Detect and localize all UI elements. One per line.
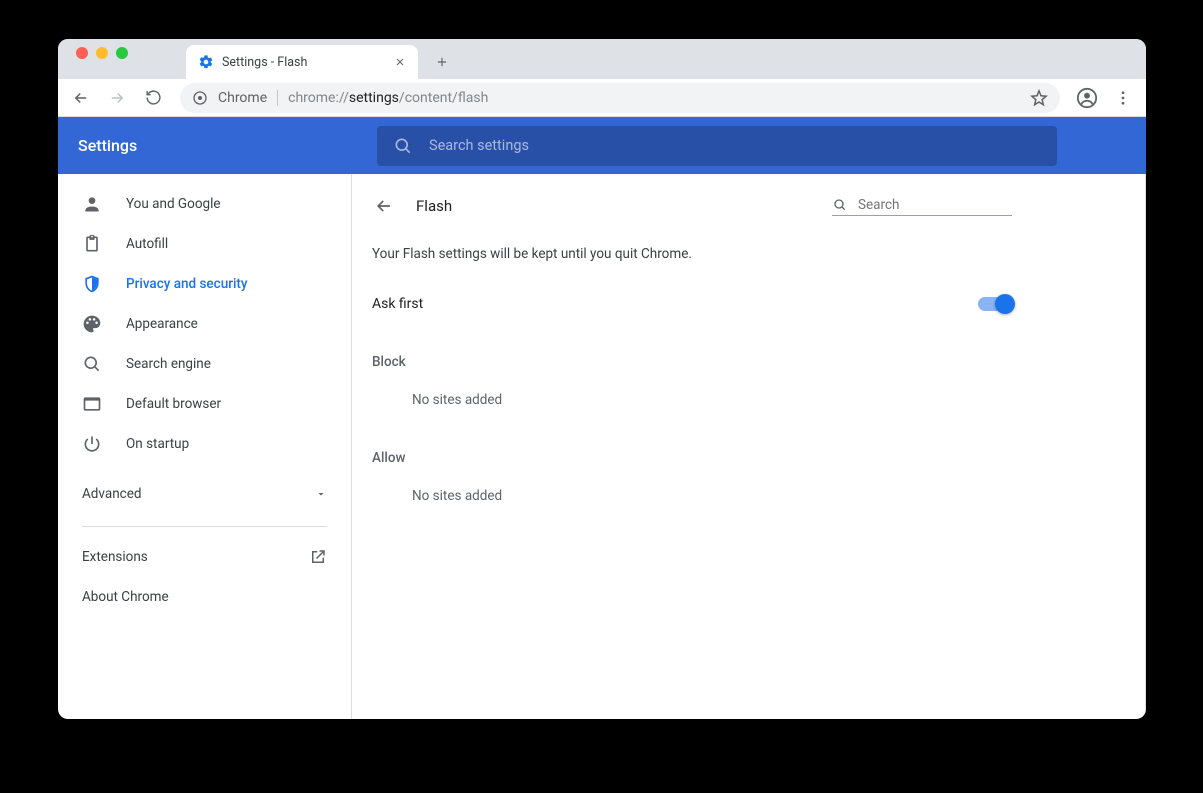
sidebar-item-label: Autofill xyxy=(126,236,168,252)
page-header: Flash xyxy=(352,174,1032,238)
browser-window: Settings - Flash Chrome chrome://setti xyxy=(58,39,1146,719)
sidebar-item-appearance[interactable]: Appearance xyxy=(58,304,351,344)
ask-first-row: Ask first xyxy=(352,282,1032,326)
sidebar-item-label: Privacy and security xyxy=(126,276,248,292)
close-window-button[interactable] xyxy=(76,47,88,59)
block-empty-text: No sites added xyxy=(352,378,1032,422)
divider xyxy=(277,90,278,106)
extensions-label: Extensions xyxy=(82,549,148,565)
power-icon xyxy=(82,434,102,454)
settings-body: You and Google Autofill Privacy and secu… xyxy=(58,174,1146,719)
person-icon xyxy=(82,194,102,214)
site-info-icon[interactable] xyxy=(192,90,208,106)
tab-strip: Settings - Flash xyxy=(58,39,1146,79)
minimize-window-button[interactable] xyxy=(96,47,108,59)
browser-tab[interactable]: Settings - Flash xyxy=(186,45,418,79)
sidebar-advanced-toggle[interactable]: Advanced xyxy=(58,472,351,516)
browser-icon xyxy=(82,394,102,414)
settings-sidebar: You and Google Autofill Privacy and secu… xyxy=(58,174,352,719)
sidebar-item-label: Appearance xyxy=(126,316,198,332)
allow-section-label: Allow xyxy=(352,422,1032,474)
advanced-label: Advanced xyxy=(82,486,142,502)
about-label: About Chrome xyxy=(82,589,169,605)
search-icon xyxy=(393,136,413,156)
local-site-search[interactable] xyxy=(832,197,1012,216)
bookmark-star-icon[interactable] xyxy=(1030,89,1048,107)
tab-title: Settings - Flash xyxy=(222,55,307,70)
block-section-label: Block xyxy=(352,326,1032,378)
sidebar-item-about-chrome[interactable]: About Chrome xyxy=(58,577,351,617)
sidebar-item-privacy-security[interactable]: Privacy and security xyxy=(58,264,351,304)
sidebar-item-default-browser[interactable]: Default browser xyxy=(58,384,351,424)
search-icon xyxy=(832,197,848,213)
close-tab-button[interactable] xyxy=(394,56,406,68)
menu-button[interactable] xyxy=(1108,83,1138,113)
settings-header: Settings xyxy=(58,117,1146,174)
sidebar-item-label: You and Google xyxy=(126,196,221,212)
sidebar-item-autofill[interactable]: Autofill xyxy=(58,224,351,264)
back-arrow-button[interactable] xyxy=(372,194,396,218)
gear-icon xyxy=(198,54,214,70)
ask-first-toggle[interactable] xyxy=(978,297,1012,311)
window-controls xyxy=(68,47,136,71)
divider xyxy=(82,526,327,527)
reload-button[interactable] xyxy=(138,83,168,113)
forward-button[interactable] xyxy=(102,83,132,113)
clipboard-icon xyxy=(82,234,102,254)
search-icon xyxy=(82,354,102,374)
local-search-input[interactable] xyxy=(858,197,1035,213)
page-title: Flash xyxy=(416,197,452,215)
settings-title: Settings xyxy=(78,136,353,155)
url-path: chrome://settings/content/flash xyxy=(288,90,488,106)
back-button[interactable] xyxy=(66,83,96,113)
sidebar-item-you-and-google[interactable]: You and Google xyxy=(58,184,351,224)
sidebar-item-label: On startup xyxy=(126,436,189,452)
toggle-label: Ask first xyxy=(372,296,423,312)
chevron-down-icon xyxy=(315,488,327,500)
new-tab-button[interactable] xyxy=(428,48,456,76)
settings-search[interactable] xyxy=(377,126,1057,166)
url-origin: Chrome xyxy=(218,90,267,106)
sidebar-item-on-startup[interactable]: On startup xyxy=(58,424,351,464)
settings-main: Flash Your Flash settings will be kept u… xyxy=(352,174,1146,719)
toggle-knob xyxy=(995,294,1015,314)
maximize-window-button[interactable] xyxy=(116,47,128,59)
sidebar-item-extensions[interactable]: Extensions xyxy=(58,537,351,577)
open-in-new-icon xyxy=(309,548,327,566)
sidebar-item-label: Default browser xyxy=(126,396,221,412)
allow-empty-text: No sites added xyxy=(352,474,1032,518)
address-bar[interactable]: Chrome chrome://settings/content/flash xyxy=(180,83,1060,113)
shield-icon xyxy=(82,274,102,294)
profile-button[interactable] xyxy=(1072,83,1102,113)
sidebar-item-label: Search engine xyxy=(126,356,211,372)
flash-notice: Your Flash settings will be kept until y… xyxy=(352,238,1032,282)
browser-toolbar: Chrome chrome://settings/content/flash xyxy=(58,79,1146,117)
settings-search-input[interactable] xyxy=(429,137,1041,154)
sidebar-item-search-engine[interactable]: Search engine xyxy=(58,344,351,384)
palette-icon xyxy=(82,314,102,334)
